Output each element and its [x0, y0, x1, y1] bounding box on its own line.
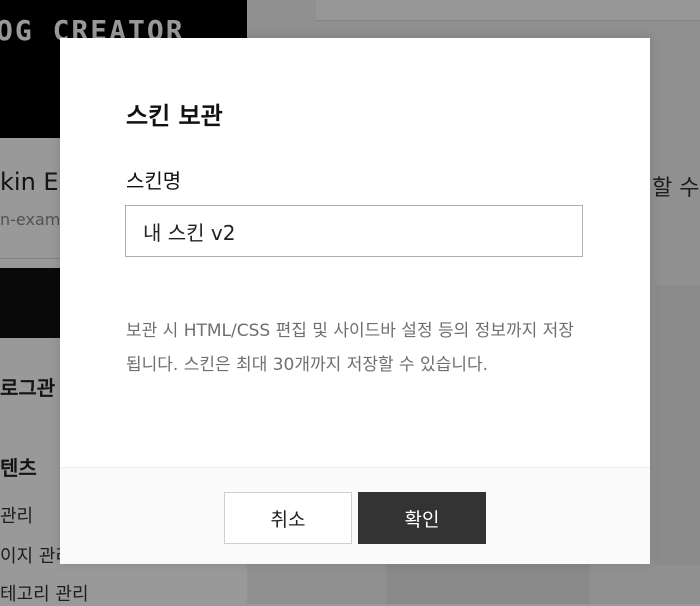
dialog-title: 스킨 보관	[126, 102, 223, 130]
save-notice-text: 보관 시 HTML/CSS 편집 및 사이드바 설정 등의 정보까지 저장됩니다…	[126, 321, 574, 375]
cancel-button[interactable]: 취소	[224, 492, 352, 544]
skin-name-input[interactable]	[125, 205, 583, 257]
save-skin-dialog: 스킨 보관 스킨명 보관 시 HTML/CSS 편집 및 사이드바 설정 등의 …	[60, 38, 650, 564]
confirm-button[interactable]: 확인	[358, 492, 486, 544]
dialog-footer: 취소 확인	[60, 467, 650, 564]
skin-name-label: 스킨명	[126, 169, 182, 193]
